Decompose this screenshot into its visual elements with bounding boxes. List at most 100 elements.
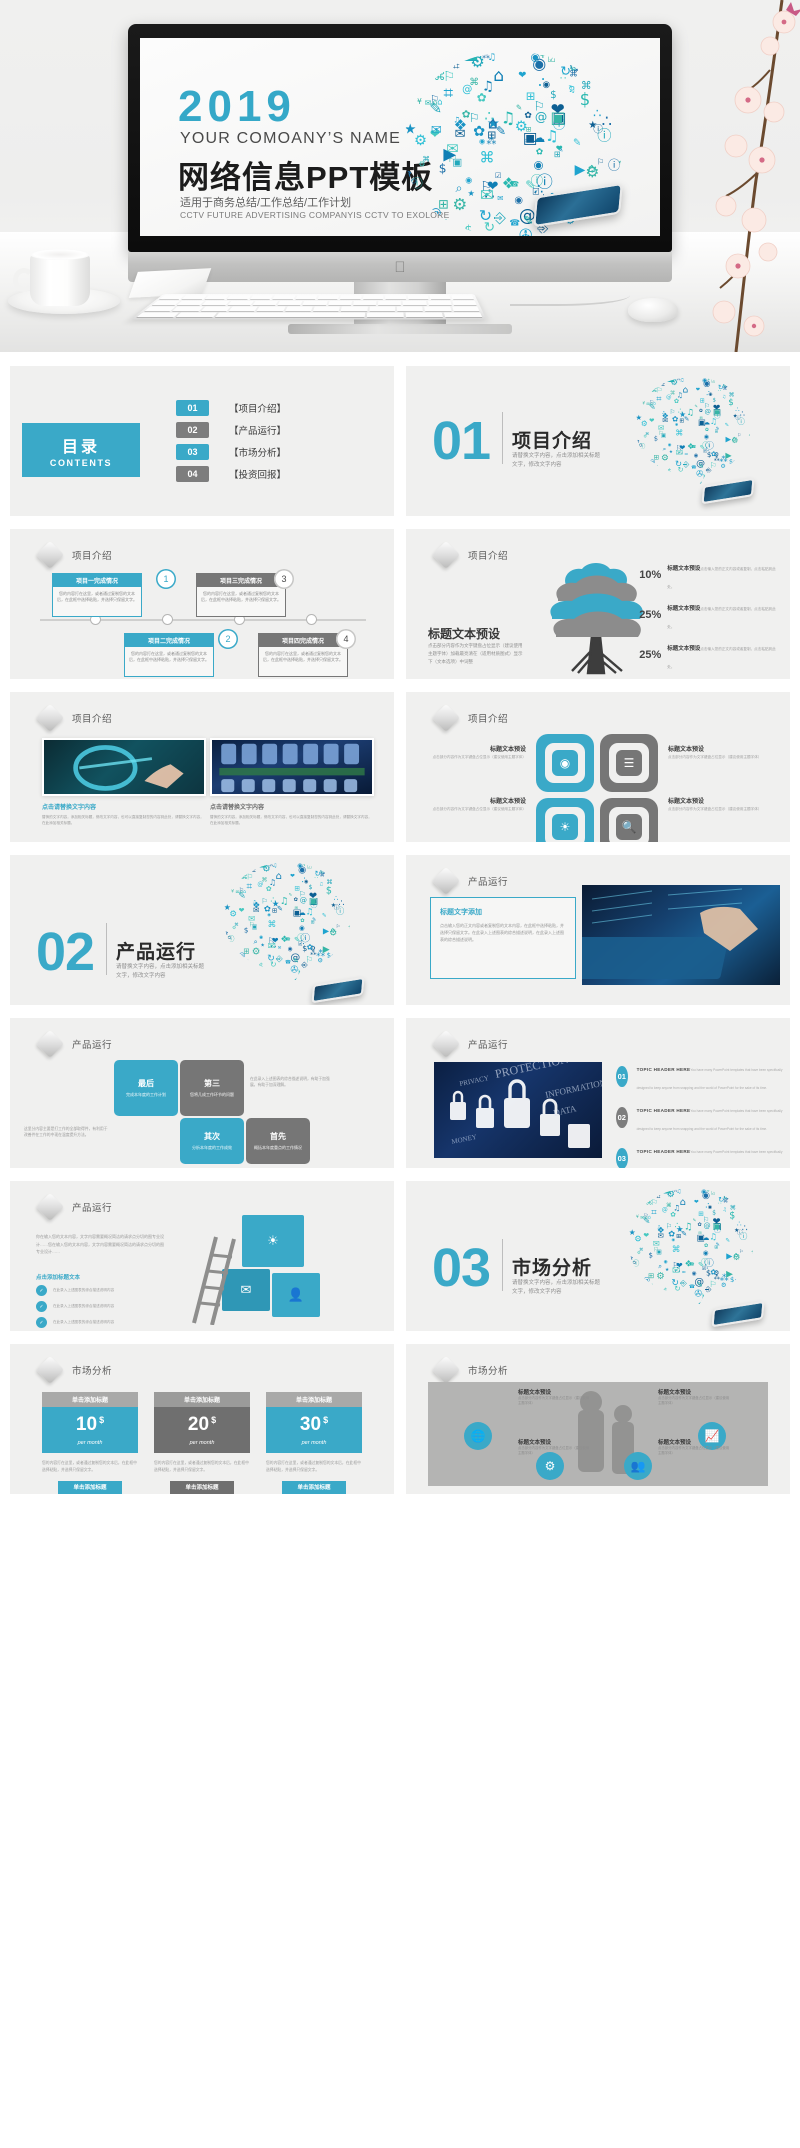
svg-text:⚙: ⚙ (452, 195, 467, 214)
slide-tablet-photo[interactable]: 产品运行 标题文字添加 点击输入您的正文内容或者复制您的文本内容，在此框中选择粘… (406, 855, 790, 1005)
timeline-card-body: 您的内容打在这里，或者通过复制您的文本后，在此框中选择粘贴，并选择只保留文字。 (258, 647, 348, 677)
list-item[interactable]: 03 TOPIC HEADER HEREYou have many PowerP… (616, 1140, 790, 1168)
svg-text:◉: ◉ (750, 1207, 758, 1218)
slide-timeline[interactable]: 项目介绍 项目一完成情况 您的内容打在这里，或者通过复制您的文本后，在此框中选择… (10, 529, 394, 679)
timeline-card[interactable]: 项目一完成情况 您的内容打在这里，或者通过复制您的文本后，在此框中选择粘贴，并选… (52, 573, 142, 617)
svg-text:✉: ✉ (278, 945, 282, 950)
ring-tile-1[interactable]: ◉ (536, 734, 594, 792)
svg-text:¥: ¥ (650, 1295, 656, 1306)
slide-four-rings[interactable]: 项目介绍 ◉ ☰ ☀ 🔍 标题文本预设 点击部分内容作为文字键盘占位显示（建议使… (406, 692, 790, 842)
list-item[interactable]: 01 TOPIC HEADER HEREYou have many PowerP… (616, 1058, 790, 1094)
svg-text:▶: ▶ (221, 868, 225, 873)
svg-text:⌕: ⌕ (701, 1293, 706, 1304)
svg-text:◉: ◉ (634, 397, 638, 402)
slide-people-circles[interactable]: 市场分析 🌐 ⚙ 👥 📈 标题文本预设 点击部分内容作为文字键盘占位显示（建议使… (406, 1344, 790, 1494)
svg-text:★: ★ (665, 1267, 669, 1273)
svg-text:❤: ❤ (572, 49, 582, 63)
list-item[interactable]: 02 【产品运行】 (176, 422, 286, 438)
check-icon: ✓ (36, 1301, 47, 1312)
slide-lock-list[interactable]: 产品运行 PRIVACY PROTECTION INFORMATION DATA… (406, 1018, 790, 1168)
svg-text:⚙: ⚙ (637, 1251, 641, 1256)
svg-text:⌘: ⌘ (569, 69, 578, 79)
puzzle-piece-third[interactable]: 第三 您将几成工作环节的问题 (180, 1060, 244, 1116)
slide-contents[interactable]: 目录 CONTENTS 01 【项目介绍】 02 【产品运行】 03 【市场分析… (10, 366, 394, 516)
ring-tile-3[interactable]: ☀ (536, 798, 594, 842)
timeline-card[interactable]: 项目二完成情况 您的内容打在这里，或者通过复制您的文本后，在此框中选择粘贴，并选… (124, 633, 214, 677)
pricing-card-1[interactable]: 单击添加标题 10 $ per month 您的内容打在这里，或者通过复制您的文本… (42, 1392, 138, 1494)
ring-tile-4[interactable]: 🔍 (600, 798, 658, 842)
imac-chin:  (128, 252, 672, 282)
contents-title-box: 目录 CONTENTS (22, 423, 140, 477)
svg-text:⌕: ⌕ (663, 445, 667, 453)
svg-text:⌂: ⌂ (683, 385, 689, 395)
svg-text:⌗: ⌗ (444, 83, 454, 103)
svg-text:⊞: ⊞ (648, 1271, 654, 1280)
svg-text:⁂: ⁂ (486, 135, 496, 147)
svg-text:⊞: ⊞ (243, 946, 249, 955)
svg-text:◉: ◉ (692, 1271, 697, 1277)
pricing-card-3[interactable]: 单击添加标题 30 $ per month 您的内容打在这里，或者通过复制您的文本… (266, 1392, 362, 1494)
svg-text:⚙: ⚙ (515, 119, 528, 135)
svg-text:⌕: ⌕ (702, 474, 707, 484)
slide-section-01[interactable]: 01 项目介绍 请替换文字内容，点击添加相关标题文字，修改文字内容 @ ✇ ⌗ ▣ ⚙ ✉… (406, 366, 790, 516)
svg-text:⚙: ⚙ (656, 1271, 665, 1282)
svg-text:▶: ▶ (443, 145, 456, 164)
svg-text:⁂: ⁂ (634, 1280, 639, 1287)
puzzle-piece-first[interactable]: 首先 概括本年度重点的工作情况 (246, 1118, 310, 1164)
slide-cubes-ladder[interactable]: 产品运行 你在输入您的文本内容，文字内容需要概况简洁的请求点分切的图专业设计……… (10, 1181, 394, 1331)
puzzle-piece-last[interactable]: 最后 完成本年度的工作计划 (114, 1060, 178, 1116)
pricing-card-2[interactable]: 单击添加标题 20 $ per month 您的内容打在这里，或者通过复制您的文本… (154, 1392, 250, 1494)
svg-text:◉: ◉ (304, 879, 308, 885)
slide-puzzle[interactable]: 产品运行 最后 完成本年度的工作计划 第三 您将几成工作环节的问题 其次 分析本… (10, 1018, 394, 1168)
section-divider-bar (106, 923, 107, 975)
svg-text:▣: ▣ (293, 908, 302, 918)
contents-title-en: CONTENTS (49, 457, 113, 468)
svg-text:✿: ✿ (704, 1243, 708, 1249)
pricing-button[interactable]: 单击添加标题 (282, 1480, 346, 1494)
slide-section-02[interactable]: 02 产品运行 请替换文字内容，点击添加相关标题文字，修改文字内容 @ ✇ ⌗ ▣ ⚙ ✉… (10, 855, 394, 1005)
pricing-button[interactable]: 单击添加标题 (170, 1480, 234, 1494)
slide-header: 产品运行 (35, 1029, 112, 1059)
cubes-bullet-list: ✓ 在此录入上述图表的综合描述说明内容 ✓ 在此录入上述图表的综合描述说明内容 ✓ 在… (36, 1285, 114, 1331)
people-label-1: 标题文本预设 点击部分内容作为文字键盘占位显示（建议使用主题字体） (518, 1388, 592, 1407)
people-label-head: 标题文本预设 (658, 1390, 692, 1396)
photo-caption-right: 点击请替换文字内容 替换的文字内容，添加相关标题，修改文字内容，也可以直接复制您… (210, 802, 374, 826)
list-item[interactable]: 02 TOPIC HEADER HEREYou have many PowerP… (616, 1099, 790, 1135)
pricing-desc: 您的内容打在这里，或者通过复制您的文本后，在此框中选择粘贴，并选择只保留文字。 (266, 1461, 361, 1472)
timeline-card-body: 您的内容打在这里，或者通过复制您的文本后，在此框中选择粘贴，并选择只保留文字。 (124, 647, 214, 677)
timeline-card[interactable]: 项目三完成情况 您的内容打在这里，或者通过复制您的文本后，在此框中选择粘贴，并选… (196, 573, 286, 617)
svg-text:⚙: ⚙ (414, 132, 427, 149)
timeline-card[interactable]: 项目四完成情况 您的内容打在这里，或者通过复制您的文本后，在此框中选择粘贴，并选… (258, 633, 348, 677)
svg-text:¥: ¥ (266, 983, 269, 987)
puzzle-piece-second[interactable]: 其次 分析本年度的工作成效 (180, 1118, 244, 1164)
svg-text:$: $ (580, 90, 590, 109)
svg-text:⚐: ⚐ (534, 98, 545, 113)
section-divider-bar (502, 1239, 503, 1291)
svg-text:$: $ (649, 1251, 653, 1259)
slide-two-photos[interactable]: 项目介绍 点击请替换文字内容 替换的文字内容，添加相关标题，修改文字内容，也可以… (10, 692, 394, 842)
tablet-text-body: 点击输入您的正文内容或者复制您的文本内容，在此框中选择粘贴，并选择只保留文字。在… (440, 923, 564, 943)
slide-header: 项目介绍 (431, 540, 508, 570)
svg-text:✇: ✇ (608, 81, 617, 93)
list-item[interactable]: 03 【市场分析】 (176, 444, 286, 460)
pricing-button[interactable]: 单击添加标题 (58, 1480, 122, 1494)
slide-header: 项目介绍 (35, 540, 112, 570)
list-item[interactable]: 04 【投资回报】 (176, 466, 286, 482)
timeline-card-title: 项目二完成情况 (124, 633, 214, 647)
people-label-2: 标题文本预设 点击部分内容作为文字键盘占位显示（建议使用主题字体） (658, 1388, 732, 1407)
tree-desc: 点击部分内容作为文字键盘占位显示（建议使用主题字体）加载最亮清在（适用材质图式）… (428, 643, 523, 665)
svg-text:ⓘ: ⓘ (737, 417, 745, 426)
list-head: TOPIC HEADER HERE (636, 1149, 691, 1154)
slide-section-03[interactable]: 03 市场分析 请替换文字内容，点击添加相关标题文字，修改文字内容 @ ✇ ⌗ ▣ ⚙ ✉… (406, 1181, 790, 1331)
slide-pricing[interactable]: 市场分析 单击添加标题 10 $ per month 您的内容打在这里，或者通过复… (10, 1344, 394, 1494)
ring-tile-2[interactable]: ☰ (600, 734, 658, 792)
svg-text:⌗: ⌗ (661, 381, 665, 388)
slide-tree-chart[interactable]: 项目介绍 标题文本预设 点击部分内容作为文字键盘占位显示（建议使用主题字体）加载… (406, 529, 790, 679)
svg-text:MONEY: MONEY (451, 1133, 478, 1146)
puzzle-title: 第三 (204, 1079, 220, 1088)
svg-text:⌘: ⌘ (733, 460, 738, 466)
list-item[interactable]: 01 【项目介绍】 (176, 400, 286, 416)
list-item: ✓ 在此录入上述图表的综合描述说明内容 (36, 1301, 114, 1312)
svg-text:✎: ✎ (755, 1270, 761, 1279)
svg-text:▶: ▶ (626, 1194, 630, 1199)
